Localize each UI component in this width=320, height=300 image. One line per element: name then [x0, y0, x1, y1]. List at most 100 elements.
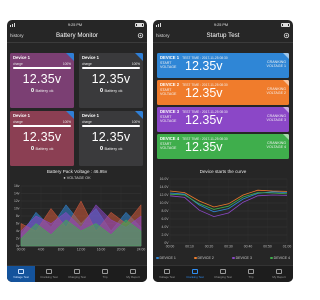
- tab-label: Charging Test: [68, 275, 86, 279]
- cranking-voltage-label: CRANKING VOLTAGE 3: [267, 114, 286, 122]
- gear-icon[interactable]: [282, 32, 290, 40]
- corner-marker: [283, 80, 289, 86]
- device-tile[interactable]: Device 1 charge 100% 12.35v Battery ok: [79, 53, 143, 108]
- device-name: Device 1: [82, 55, 99, 60]
- voltage-value: 12.35v: [22, 129, 62, 144]
- y-tick-label: 14v: [14, 192, 20, 196]
- gear-icon[interactable]: [136, 32, 144, 40]
- tab-icon: [18, 269, 24, 274]
- x-tick-label: 00:40: [244, 245, 253, 249]
- legend-label: DEVICE 1: [159, 256, 176, 260]
- status-bar: 9:25 PM: [153, 20, 293, 29]
- label-line: VOLTAGE: [160, 92, 177, 97]
- tab-cranking-test[interactable]: Cranking Test: [35, 266, 63, 282]
- tab-voltage-test[interactable]: Voltage Test: [153, 266, 181, 282]
- chart-legend: DEVICE 1 DEVICE 2 DEVICE 3 DEVICE 4: [156, 256, 290, 260]
- nav-bar: history Battery Monitor: [7, 29, 147, 43]
- charge-label: charge: [82, 62, 92, 66]
- tab-charging-test[interactable]: Charging Test: [63, 266, 91, 282]
- history-button[interactable]: history: [156, 33, 170, 38]
- device-name: DEVICE 1: [160, 54, 180, 60]
- legend-item: DEVICE 3: [232, 256, 252, 260]
- legend-label: DEVICE 3: [235, 256, 252, 260]
- x-tick-label: 00:50: [263, 245, 272, 249]
- charge-bar: [13, 67, 71, 69]
- legend-item: DEVICE 4: [270, 256, 290, 260]
- x-tick-label: 16:00: [97, 248, 106, 252]
- tab-label: Trip: [248, 275, 254, 279]
- tab-icon: [46, 269, 52, 274]
- legend-dot: [270, 256, 273, 260]
- device-card[interactable]: DEVICE 2 TEST TIME : 2017-11-25 08:30 STA…: [157, 80, 289, 105]
- tab-label: Trip: [102, 275, 108, 279]
- corner-marker: [283, 53, 289, 59]
- battery-icon: [280, 22, 290, 27]
- x-tick-label: 00:00: [166, 245, 175, 249]
- voltage-value: 12.35v: [185, 86, 223, 100]
- device-name: Device 1: [82, 113, 99, 118]
- charge-label: charge: [13, 120, 23, 124]
- y-tick-label: 12.0V: [160, 193, 170, 197]
- page-title: Battery Monitor: [56, 32, 98, 39]
- charge-label: charge: [82, 120, 92, 124]
- tab-trip[interactable]: Trip: [237, 266, 265, 282]
- status-time: 9:25 PM: [213, 22, 229, 27]
- x-tick-label: 01:00: [283, 245, 292, 249]
- legend-dot: [232, 256, 235, 260]
- voltage-chart: 16v14v12v10v8v6v4v2v0v00:00 4:00 8:00 12:00…: [14, 184, 145, 252]
- tab-icon: [248, 269, 254, 274]
- tab-label: My Report: [126, 275, 140, 279]
- nav-bar: history Startup Test: [153, 29, 293, 43]
- label-line: VOLTAGE: [160, 119, 177, 124]
- y-tick-label: 10v: [14, 207, 20, 211]
- y-tick-label: 2.0V: [162, 233, 170, 237]
- device-tile[interactable]: Device 1 charge 100% 12.35v Battery ok: [79, 111, 143, 166]
- label-line: VOLTAGE 4: [266, 145, 286, 150]
- device-tile[interactable]: Device 1 charge 100% 12.35v Battery ok: [10, 111, 74, 166]
- legend-dot: [156, 256, 159, 260]
- check-icon: [30, 146, 34, 150]
- label-line: VOLTAGE: [160, 146, 177, 151]
- tab-my-report[interactable]: My Report: [265, 266, 293, 282]
- charge-bar-fill: [13, 125, 71, 127]
- battery-status: Battery ok: [104, 145, 123, 151]
- x-tick-label: 8:00: [58, 248, 65, 252]
- bluetooth-corner: [135, 111, 143, 119]
- charge-percent: 100%: [131, 62, 140, 66]
- charge-label: charge: [13, 62, 23, 66]
- device-card[interactable]: DEVICE 3 TEST TIME : 2017-11-25 08:30 STA…: [157, 107, 289, 132]
- tab-my-report[interactable]: My Report: [119, 266, 147, 282]
- battery-status: Battery ok: [35, 87, 54, 93]
- y-tick-label: 10.0V: [160, 201, 170, 205]
- voltage-value: 12.35v: [91, 129, 131, 144]
- y-tick-label: 8.0V: [162, 209, 170, 213]
- y-tick-label: 16v: [14, 184, 20, 188]
- y-tick-label: 4v: [16, 229, 20, 233]
- charge-bar-fill: [82, 125, 140, 127]
- history-button[interactable]: history: [10, 33, 24, 38]
- tab-charging-test[interactable]: Charging Test: [209, 266, 237, 282]
- device-name: DEVICE 2: [160, 81, 180, 87]
- signal-icon: [156, 23, 161, 27]
- charge-bar: [13, 125, 71, 127]
- y-tick-label: 14.0V: [160, 185, 170, 189]
- device-tile[interactable]: Device 1 charge 100% 12.35v Battery ok: [10, 53, 74, 108]
- device-card[interactable]: DEVICE 1 TEST TIME : 2017-11-25 08:30 STA…: [157, 53, 289, 78]
- tab-label: Charging Test: [214, 275, 232, 279]
- status-time: 9:25 PM: [67, 22, 83, 27]
- y-tick-label: 6v: [16, 222, 20, 226]
- x-tick-label: 4:00: [38, 248, 45, 252]
- battery-status: Battery ok: [104, 87, 123, 93]
- tab-icon: [192, 269, 198, 274]
- charge-bar-fill: [13, 67, 71, 69]
- tab-trip[interactable]: Trip: [91, 266, 119, 282]
- chart-legend: ● VOLTAGE OK: [63, 176, 91, 180]
- device-card[interactable]: DEVICE 4 TEST TIME : 2017-11-25 08:30 STA…: [157, 134, 289, 159]
- tab-cranking-test[interactable]: Cranking Test: [181, 266, 209, 282]
- tab-voltage-test[interactable]: Voltage Test: [7, 266, 35, 282]
- tab-label: Cranking Test: [186, 275, 204, 279]
- voltage-value: 12.35v: [185, 113, 223, 127]
- bluetooth-corner: [66, 111, 74, 119]
- tab-icon: [276, 269, 282, 274]
- corner-marker: [283, 134, 289, 140]
